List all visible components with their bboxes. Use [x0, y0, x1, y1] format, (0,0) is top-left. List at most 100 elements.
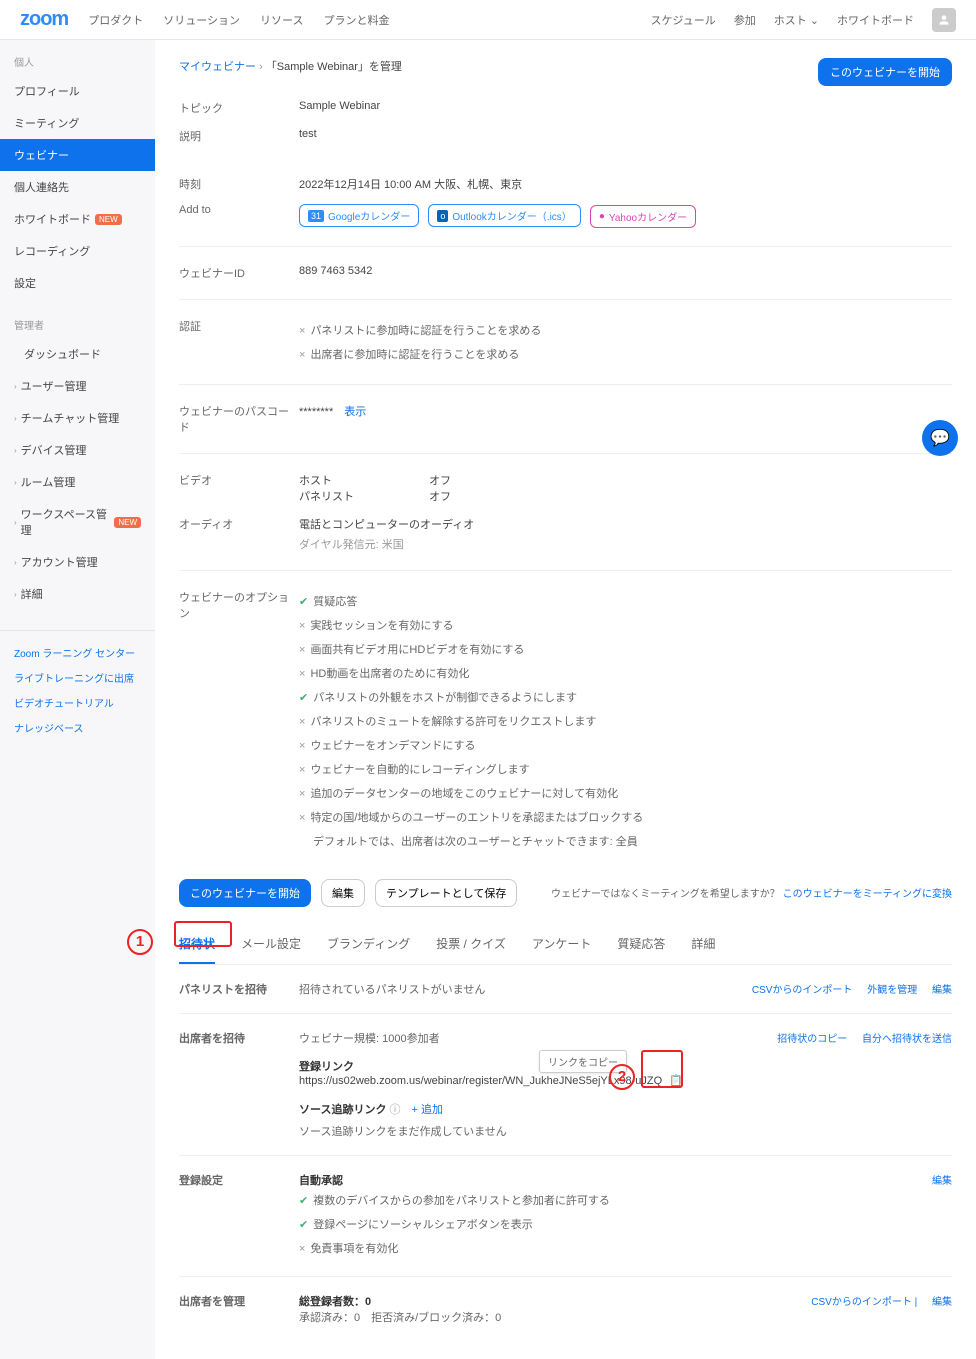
chat-fab[interactable]: 💬 [922, 420, 958, 456]
label-desc: 説明 [179, 128, 299, 144]
link-learning[interactable]: Zoom ラーニング センター [14, 645, 141, 660]
tab-survey[interactable]: アンケート [532, 925, 592, 964]
regopt-social: ✔登録ページにソーシャルシェアボタンを表示 [299, 1212, 920, 1236]
check-icon: ✔ [299, 596, 308, 608]
csv-import-link[interactable]: CSVからのインポート [752, 985, 853, 996]
sidebar-profile[interactable]: プロフィール [0, 75, 155, 107]
save-template-button[interactable]: テンプレートとして保存 [375, 879, 517, 907]
opt-hd: ×画面共有ビデオ用にHDビデオを有効にする [299, 637, 952, 661]
value-dial: ダイヤル発信元: 米国 [299, 536, 952, 552]
tab-branding[interactable]: ブランディング [327, 925, 410, 964]
copy-invite-link[interactable]: 招待状のコピー [777, 1034, 847, 1045]
show-passcode-link[interactable]: 表示 [344, 406, 366, 418]
new-badge: NEW [95, 214, 122, 225]
video-host-val: オフ [429, 472, 451, 488]
sidebar-meeting[interactable]: ミーティング [0, 107, 155, 139]
check-icon: ✔ [299, 1195, 308, 1207]
value-audio: 電話とコンピューターのオーディオ [299, 516, 952, 532]
sidebar-device[interactable]: ›デバイス管理 [0, 434, 155, 466]
nav-solution[interactable]: ソリューション [163, 12, 240, 28]
edit-attendee-link[interactable]: 編集 [932, 1297, 952, 1308]
label-webinar-id: ウェビナーID [179, 265, 299, 281]
link-videotut[interactable]: ビデオチュートリアル [14, 695, 141, 710]
opt-practice: ×実践セッションを有効にする [299, 613, 952, 637]
opt-ondemand: ×ウェビナーをオンデマンドにする [299, 733, 952, 757]
start-webinar-button-top[interactable]: このウェビナーを開始 [818, 58, 952, 86]
outlook-calendar-button[interactable]: oOutlookカレンダー（.ics） [428, 204, 580, 227]
value-passcode: ******** [299, 406, 333, 418]
start-webinar-button[interactable]: このウェビナーを開始 [179, 879, 311, 907]
edit-regset-link[interactable]: 編集 [932, 1176, 952, 1187]
x-icon: × [299, 812, 305, 824]
add-source-link[interactable]: + 追加 [412, 1104, 443, 1116]
label-topic: トピック [179, 100, 299, 116]
value-time: 2022年12月14日 10:00 AM 大阪、札幌、東京 [299, 176, 952, 192]
sidebar-dashboard[interactable]: ダッシュボード [0, 338, 155, 370]
yahoo-icon: ● [599, 211, 605, 222]
sidebar-workspace[interactable]: ›ワークスペース管理NEW [0, 498, 155, 546]
total-registrants: 総登録者数：0 [299, 1293, 799, 1309]
invite-attendee-label: 出席者を招待 [179, 1030, 299, 1139]
reg-link-value: https://us02web.zoom.us/webinar/register… [299, 1075, 662, 1087]
check-icon: ✔ [299, 1219, 308, 1231]
nav-join[interactable]: 参加 [734, 12, 756, 28]
info-icon[interactable]: ⓘ [390, 1104, 401, 1116]
self-send-link[interactable]: 自分へ招待状を送信 [862, 1034, 952, 1045]
sidebar-recording[interactable]: レコーディング [0, 235, 155, 267]
sidebar-teamchat[interactable]: ›チームチャット管理 [0, 402, 155, 434]
opt-datacenter: ×追加のデータセンターの地域をこのウェビナーに対して有効化 [299, 781, 952, 805]
sidebar: 個人 プロフィール ミーティング ウェビナー 個人連絡先 ホワイトボードNEW … [0, 40, 155, 1359]
x-icon: × [299, 716, 305, 728]
avatar[interactable] [932, 8, 956, 32]
auto-approve: 自動承認 [299, 1172, 920, 1188]
annotation-box-1 [174, 921, 232, 947]
nav-schedule[interactable]: スケジュール [650, 12, 715, 28]
video-panelist-label: パネリスト [299, 488, 429, 504]
approval-counts: 承認済み：0 拒否済み/ブロック済み：0 [299, 1309, 799, 1325]
edit-panelist-link[interactable]: 編集 [932, 985, 952, 996]
label-time: 時刻 [179, 176, 299, 192]
x-icon: × [299, 644, 305, 656]
regopt-disclaimer: ×免責事項を有効化 [299, 1236, 920, 1260]
value-webinar-id: 889 7463 5342 [299, 265, 952, 281]
check-icon: ✔ [299, 692, 308, 704]
sidebar-settings[interactable]: 設定 [0, 267, 155, 299]
sidebar-whiteboard[interactable]: ホワイトボードNEW [0, 203, 155, 235]
link-kb[interactable]: ナレッジベース [14, 720, 141, 735]
x-icon: × [299, 620, 305, 632]
sidebar-usermgmt[interactable]: ›ユーザー管理 [0, 370, 155, 402]
sidebar-account[interactable]: ›アカウント管理 [0, 546, 155, 578]
auth-panelist: ×パネリストに参加時に認証を行うことを求める [299, 318, 952, 342]
link-livetraining[interactable]: ライブトレーニングに出席 [14, 670, 141, 685]
nav-product[interactable]: プロダクト [88, 12, 143, 28]
convert-link[interactable]: このウェビナーをミーティングに変換 [783, 889, 952, 900]
google-calendar-button[interactable]: 31Googleカレンダー [299, 204, 419, 227]
sidebar-room[interactable]: ›ルーム管理 [0, 466, 155, 498]
tab-mail[interactable]: メール設定 [241, 925, 301, 964]
chevron-right-icon: › [14, 590, 17, 599]
manage-appearance-link[interactable]: 外観を管理 [867, 985, 917, 996]
tab-detail[interactable]: 詳細 [691, 925, 715, 964]
nav-plan[interactable]: プランと料金 [323, 12, 389, 28]
breadcrumb-root[interactable]: マイウェビナー [179, 61, 256, 73]
outlook-icon: o [437, 210, 448, 222]
yahoo-calendar-button[interactable]: ●Yahooカレンダー [590, 205, 696, 228]
x-icon: × [299, 740, 305, 752]
zoom-logo[interactable]: zoom [20, 8, 68, 31]
chat-icon: 💬 [930, 428, 950, 448]
opt-mute: ×パネリストのミュートを解除する許可をリクエストします [299, 709, 952, 733]
chevron-right-icon: › [14, 518, 17, 527]
nav-whiteboard[interactable]: ホワイトボード [837, 12, 914, 28]
nav-resource[interactable]: リソース [260, 12, 303, 28]
sidebar-detail[interactable]: ›詳細 [0, 578, 155, 610]
csv-import-link-2[interactable]: CSVからのインポート [811, 1297, 912, 1308]
tab-qa[interactable]: 質疑応答 [617, 925, 665, 964]
annotation-box-2 [641, 1050, 683, 1088]
label-auth: 認証 [179, 318, 299, 366]
sidebar-webinar[interactable]: ウェビナー [0, 139, 155, 171]
sidebar-section-admin: 管理者 [0, 311, 155, 338]
nav-host[interactable]: ホスト ⌄ [774, 12, 819, 28]
tab-poll[interactable]: 投票 / クイズ [436, 925, 506, 964]
sidebar-contacts[interactable]: 個人連絡先 [0, 171, 155, 203]
edit-button[interactable]: 編集 [321, 879, 365, 907]
